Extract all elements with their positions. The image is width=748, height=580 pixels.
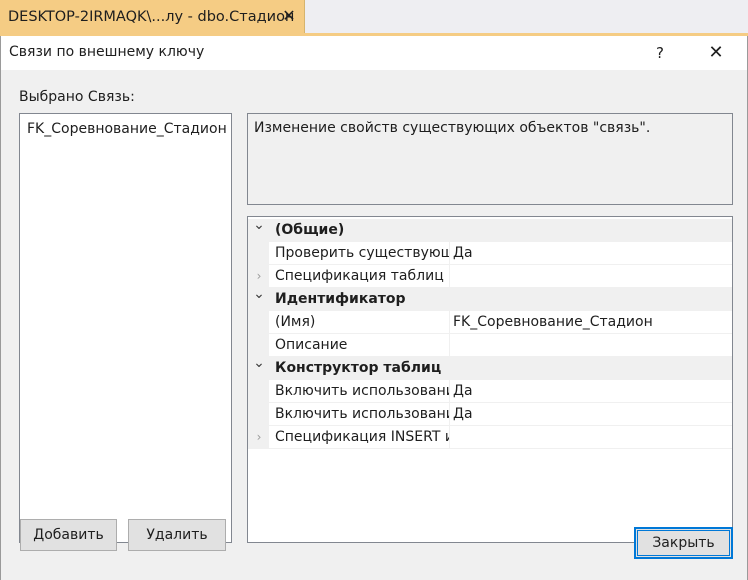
close-dialog-icon[interactable]: ✕	[701, 40, 731, 66]
property-value[interactable]: Да	[453, 406, 473, 422]
focus-rectangle	[637, 530, 730, 556]
column-divider[interactable]	[449, 242, 450, 265]
delete-button[interactable]: Удалить	[128, 519, 226, 551]
document-tab[interactable]: DESKTOP-2IRMAQK\...лу - dbo.Стадион ✕	[0, 0, 305, 33]
property-gutter	[248, 242, 269, 265]
column-divider[interactable]	[449, 403, 450, 426]
property-name: Включить использование	[275, 383, 449, 399]
property-name: Проверить существующие	[275, 245, 449, 261]
property-row[interactable]: Описание	[248, 334, 732, 357]
chevron-down-icon[interactable]: ⌄	[252, 355, 266, 371]
property-value[interactable]: FK_Соревнование_Стадион	[453, 314, 653, 330]
foreign-key-dialog: Связи по внешнему ключу ? ✕ Выбрано Связ…	[0, 36, 748, 580]
description-text: Изменение свойств существующих объектов …	[254, 120, 651, 136]
property-row[interactable]: Включить использование Да	[248, 403, 732, 426]
property-row[interactable]: (Имя) FK_Соревнование_Стадион	[248, 311, 732, 334]
description-box: Изменение свойств существующих объектов …	[247, 113, 733, 205]
property-name: Описание	[275, 337, 348, 353]
column-divider[interactable]	[449, 311, 450, 334]
property-value[interactable]: Да	[453, 245, 473, 261]
property-grid[interactable]: ⌄(Общие)Проверить существующиеДа›Специфи…	[247, 216, 733, 543]
relation-list[interactable]: FK_Соревнование_Стадион	[19, 113, 232, 543]
property-gutter	[248, 403, 269, 426]
chevron-right-icon[interactable]: ›	[252, 268, 266, 284]
property-row[interactable]: Проверить существующиеДа	[248, 242, 732, 265]
document-tab-title: DESKTOP-2IRMAQK\...лу - dbo.Стадион	[8, 8, 295, 25]
property-row[interactable]: › Спецификация таблиц и	[248, 265, 732, 288]
column-divider[interactable]	[449, 426, 450, 449]
property-category-name: Идентификатор	[275, 291, 406, 307]
close-button[interactable]: Закрыть	[634, 527, 733, 559]
property-row[interactable]: Включить использование Да	[248, 380, 732, 403]
property-name: Включить использование	[275, 406, 449, 422]
selected-relation-label: Выбрано Связь:	[19, 89, 135, 105]
column-divider[interactable]	[449, 265, 450, 288]
chevron-right-icon[interactable]: ›	[252, 429, 266, 445]
help-icon[interactable]: ?	[647, 40, 673, 66]
column-divider[interactable]	[449, 334, 450, 357]
property-gutter	[248, 311, 269, 334]
relation-list-item[interactable]: FK_Соревнование_Стадион	[27, 121, 227, 137]
property-category-name: Конструктор таблиц	[275, 360, 442, 376]
property-name: Спецификация таблиц и	[275, 268, 449, 284]
property-category[interactable]: ⌄ Конструктор таблиц	[248, 355, 732, 380]
property-row[interactable]: › Спецификация INSERT и	[248, 426, 732, 449]
chevron-down-icon[interactable]: ⌄	[252, 217, 266, 233]
property-category[interactable]: ⌄ Идентификатор	[248, 286, 732, 311]
dialog-title: Связи по внешнему ключу	[9, 44, 205, 60]
chevron-down-icon[interactable]: ⌄	[252, 286, 266, 302]
property-value[interactable]: Да	[453, 383, 473, 399]
property-gutter	[248, 334, 269, 357]
property-name: Спецификация INSERT и	[275, 429, 449, 445]
dialog-titlebar: Связи по внешнему ключу ? ✕	[1, 36, 747, 70]
column-divider[interactable]	[449, 380, 450, 403]
property-gutter	[248, 380, 269, 403]
row-divider	[269, 448, 732, 449]
add-button[interactable]: Добавить	[20, 519, 117, 551]
document-tabstrip: DESKTOP-2IRMAQK\...лу - dbo.Стадион ✕	[0, 0, 748, 36]
close-icon[interactable]: ✕	[281, 8, 297, 24]
property-category[interactable]: ⌄ (Общие)	[248, 217, 732, 242]
property-name: (Имя)	[275, 314, 316, 330]
property-category-name: (Общие)	[275, 222, 345, 238]
